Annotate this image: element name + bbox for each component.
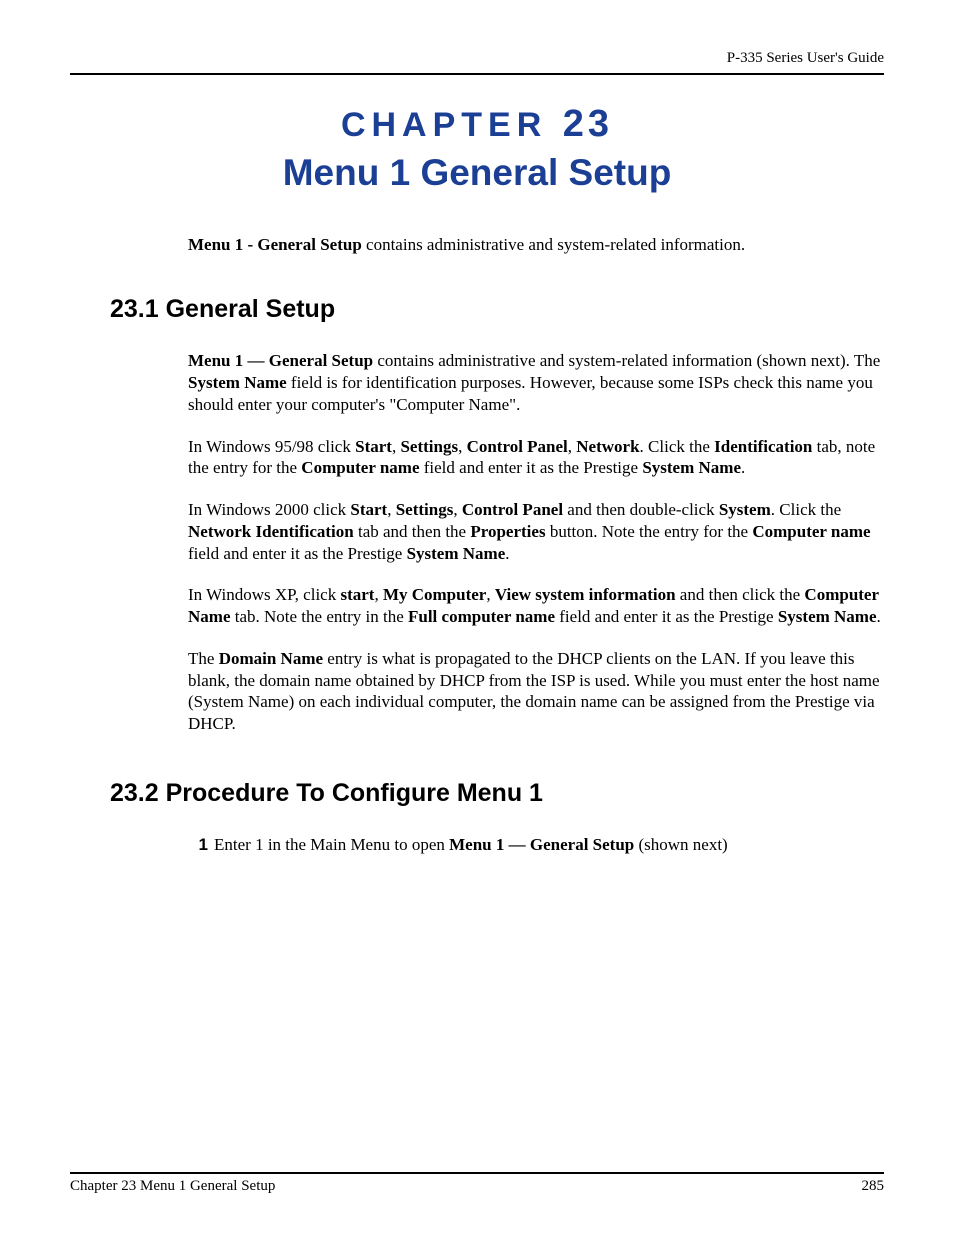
chapter-label-number: 23: [563, 103, 613, 145]
footer-page-number: 285: [862, 1178, 885, 1195]
section-23-1-p5: The Domain Name entry is what is propaga…: [188, 648, 884, 735]
section-23-1-p2: In Windows 95/98 click Start, Settings, …: [188, 436, 884, 480]
page: P-335 Series User's Guide CHAPTER 23 Men…: [0, 0, 954, 1235]
section-23-1-p3: In Windows 2000 click Start, Settings, C…: [188, 499, 884, 564]
section-23-1-heading: 23.1 General Setup: [110, 295, 884, 324]
section-23-1-p1: Menu 1 — General Setup contains administ…: [188, 350, 884, 415]
chapter-label: CHAPTER 23: [70, 103, 884, 146]
section-23-1-body: Menu 1 — General Setup contains administ…: [188, 350, 884, 755]
chapter-title: Menu 1 General Setup: [70, 152, 884, 194]
footer-rule: [70, 1172, 884, 1174]
footer: Chapter 23 Menu 1 General Setup 285: [70, 1172, 884, 1195]
intro-bold: Menu 1 - General Setup: [188, 235, 362, 254]
procedure-list: 1 Enter 1 in the Main Menu to open Menu …: [188, 834, 884, 856]
intro-rest: contains administrative and system-relat…: [362, 235, 745, 254]
footer-row: Chapter 23 Menu 1 General Setup 285: [70, 1178, 884, 1195]
procedure-step-1: 1 Enter 1 in the Main Menu to open Menu …: [188, 834, 884, 856]
footer-chapter-title: Chapter 23 Menu 1 General Setup: [70, 1178, 275, 1195]
section-23-1-p4: In Windows XP, click start, My Computer,…: [188, 584, 884, 628]
chapter-label-word: CHAPTER: [341, 106, 547, 144]
section-23-2-heading: 23.2 Procedure To Configure Menu 1: [110, 779, 884, 808]
procedure-step-1-text: Enter 1 in the Main Menu to open Menu 1 …: [214, 834, 728, 856]
header-rule: [70, 73, 884, 75]
procedure-step-1-number: 1: [188, 834, 208, 856]
running-header: P-335 Series User's Guide: [70, 50, 884, 67]
intro-paragraph: Menu 1 - General Setup contains administ…: [188, 234, 884, 255]
